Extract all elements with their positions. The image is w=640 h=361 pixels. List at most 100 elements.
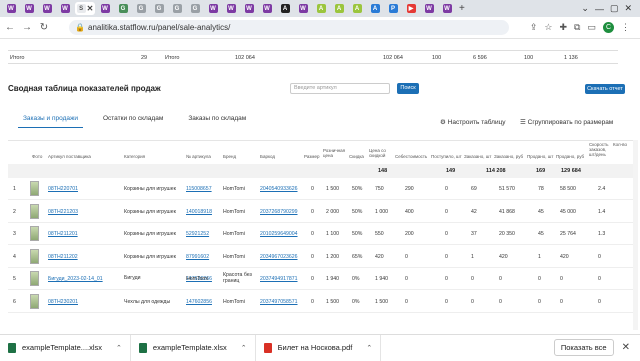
browser-tab[interactable]: W: [21, 2, 37, 15]
chevron-up-icon[interactable]: ⌃: [366, 344, 372, 352]
article-link[interactable]: 140018918: [186, 209, 212, 215]
table-row[interactable]: 1 08ТН220701 Корзины для игрушек 115008657 H…: [8, 178, 633, 200]
close-downloads-icon[interactable]: ✕: [622, 342, 630, 353]
back-arrow-icon[interactable]: ←: [3, 22, 17, 33]
group-by-size-button[interactable]: ☰ Сгруппировать по размерам: [520, 118, 613, 126]
browser-tab[interactable]: G: [151, 2, 167, 15]
browser-tab[interactable]: W: [3, 2, 19, 15]
browser-tab[interactable]: G: [115, 2, 131, 15]
browser-tab[interactable]: W: [205, 2, 221, 15]
sku-link[interactable]: Бигуди_2023-02-14_01: [48, 276, 103, 282]
product-thumbnail[interactable]: [30, 226, 39, 241]
download-item[interactable]: exampleTemplate....xlsx ⌃: [0, 334, 131, 361]
download-item[interactable]: Билет на Носкова.pdf ⌃: [256, 334, 382, 361]
browser-tab[interactable]: A: [331, 2, 347, 15]
barcode-link[interactable]: 2037494917871: [260, 276, 298, 282]
barcode-link[interactable]: 2040540933626: [260, 186, 298, 192]
tab-stock-warehouses[interactable]: Остатки по складам: [98, 114, 168, 128]
col-received[interactable]: Поступило, шт: [431, 154, 462, 159]
browser-tab[interactable]: W: [259, 2, 275, 15]
col-size[interactable]: Размер: [304, 154, 319, 159]
barcode-link[interactable]: 2037268790299: [260, 209, 298, 215]
extension-icon[interactable]: ✚: [560, 22, 568, 33]
product-thumbnail[interactable]: [30, 248, 39, 264]
table-row[interactable]: 5 Бигуди_2023-02-14_01 Бигуди 147636266 HomT…: [8, 268, 633, 290]
product-thumbnail[interactable]: [30, 271, 39, 286]
col-retail-price[interactable]: Розничная цена: [323, 148, 345, 158]
tab-orders-sales[interactable]: Заказы и продажи: [18, 114, 83, 128]
col-photo[interactable]: Фото: [32, 154, 42, 159]
col-discount-price[interactable]: Цена со скидкой: [369, 148, 391, 158]
col-cost[interactable]: Себестоимость: [395, 154, 427, 159]
browser-tab[interactable]: G: [187, 2, 203, 15]
profile-avatar[interactable]: C: [603, 22, 614, 33]
browser-tab[interactable]: W: [421, 2, 437, 15]
search-button[interactable]: Поиск: [397, 83, 419, 94]
barcode-link[interactable]: 2010259649004: [260, 231, 298, 237]
barcode-link[interactable]: 2037497058571: [260, 299, 298, 305]
col-article[interactable]: № артикула: [186, 154, 211, 159]
article-link[interactable]: 115008657: [186, 186, 212, 192]
configure-table-button[interactable]: ⚙ Настроить таблицу: [440, 118, 506, 126]
chevron-up-icon[interactable]: ⌃: [241, 344, 247, 352]
col-sold-rub[interactable]: Продано, руб: [556, 154, 584, 159]
table-row[interactable]: 6 08ТН230201 Чехлы для одежды 147602856 HomT…: [8, 291, 633, 313]
product-thumbnail[interactable]: [30, 181, 39, 196]
browser-tab[interactable]: G: [169, 2, 185, 15]
col-barcode[interactable]: Баркод: [260, 154, 275, 159]
browser-tab[interactable]: A: [349, 2, 365, 15]
col-sku[interactable]: Артикул поставщика: [48, 154, 91, 159]
browser-tab[interactable]: A: [277, 2, 293, 15]
bookmark-star-icon[interactable]: ☆: [544, 22, 552, 33]
article-link[interactable]: 147602856: [186, 299, 212, 305]
browser-tab[interactable]: A: [313, 2, 329, 15]
product-thumbnail[interactable]: [30, 293, 39, 309]
browser-tab[interactable]: W: [439, 2, 455, 15]
chevron-down-icon[interactable]: ⌄: [581, 3, 589, 14]
browser-tab[interactable]: G: [133, 2, 149, 15]
forward-arrow-icon[interactable]: →: [20, 22, 34, 33]
maximize-icon[interactable]: ▢: [610, 3, 619, 14]
article-link[interactable]: 52921252: [186, 231, 209, 237]
browser-tab[interactable]: W: [97, 2, 113, 15]
menu-kebab-icon[interactable]: ⋮: [621, 22, 630, 33]
reload-icon[interactable]: ↻: [37, 22, 51, 33]
article-search-input[interactable]: Введите артикул: [290, 83, 390, 94]
browser-tab[interactable]: W: [241, 2, 257, 15]
close-window-icon[interactable]: ✕: [624, 3, 632, 14]
col-order-speed[interactable]: Скорость заказов, шт/день: [589, 142, 611, 157]
vertical-scrollbar[interactable]: [633, 140, 638, 330]
table-row[interactable]: 4 08ТН211202 Корзины для игрушек 87991602 Ho…: [8, 246, 633, 268]
table-row[interactable]: 3 08ТН211201 Корзины для игрушек 52921252 Ho…: [8, 223, 633, 245]
browser-tab[interactable]: A: [367, 2, 383, 15]
col-discount[interactable]: Скидка: [349, 154, 364, 159]
col-brand[interactable]: Бренд: [223, 154, 236, 159]
table-row[interactable]: 2 08ТН221203 Корзины для игрушек 140018918 H…: [8, 201, 633, 223]
product-thumbnail[interactable]: [30, 203, 39, 219]
sidebar-icon[interactable]: ▭: [587, 22, 596, 33]
new-tab-icon[interactable]: +: [459, 3, 465, 14]
download-report-button[interactable]: Скачать отчет: [585, 84, 625, 94]
browser-tab[interactable]: P: [385, 2, 401, 15]
tab-orders-warehouses[interactable]: Заказы по складам: [183, 114, 251, 128]
col-ordered[interactable]: Заказано, шт: [464, 154, 491, 159]
browser-tab[interactable]: ▶: [403, 2, 419, 15]
minimize-icon[interactable]: —: [595, 4, 604, 14]
sku-link[interactable]: 08ТН211201: [48, 231, 78, 237]
barcode-link[interactable]: 2034967023626: [260, 254, 298, 260]
sku-link[interactable]: 08ТН220701: [48, 186, 78, 192]
article-link[interactable]: 87991602: [186, 254, 209, 260]
browser-tab[interactable]: S ✕: [75, 2, 95, 15]
browser-tab[interactable]: W: [39, 2, 55, 15]
browser-tab[interactable]: W: [223, 2, 239, 15]
show-all-downloads-button[interactable]: Показать все: [553, 339, 614, 356]
col-category[interactable]: Категория: [124, 154, 145, 159]
chevron-up-icon[interactable]: ⌃: [116, 344, 122, 352]
col-ordered-rub[interactable]: Заказано, руб: [494, 154, 523, 159]
col-quantity[interactable]: Кол-во: [613, 142, 627, 147]
browser-tab[interactable]: W: [57, 2, 73, 15]
sku-link[interactable]: 08ТН230201: [48, 299, 78, 305]
col-sold[interactable]: Продано, шт: [527, 154, 553, 159]
url-field[interactable]: 🔒 analitika.statflow.ru/panel/sale-analy…: [69, 20, 509, 35]
download-item[interactable]: exampleTemplate.xlsx ⌃: [131, 334, 256, 361]
